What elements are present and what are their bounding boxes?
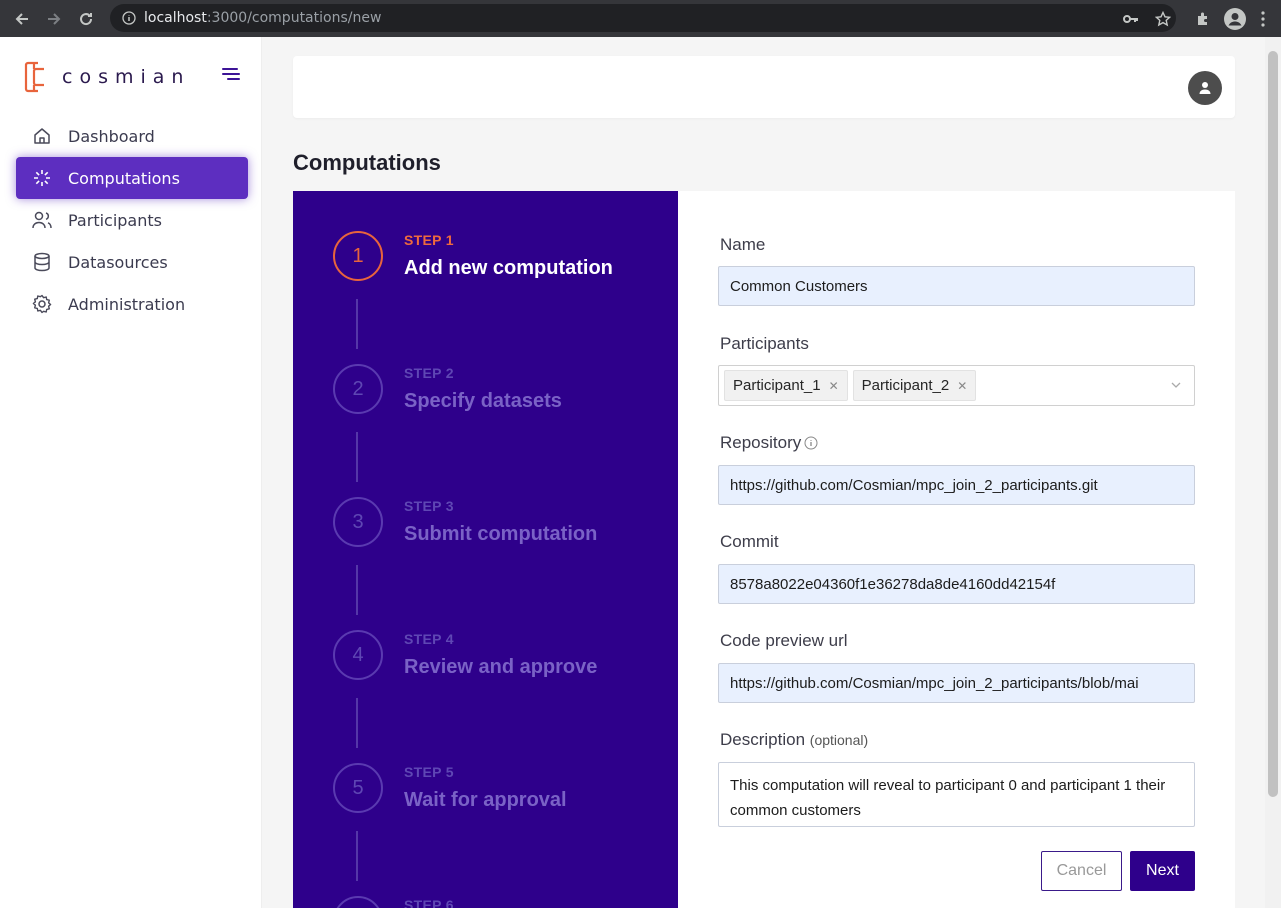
step-label: STEP 3 — [404, 498, 454, 514]
chevron-down-icon[interactable] — [1170, 379, 1182, 391]
sidebar-item-dashboard[interactable]: Dashboard — [16, 115, 248, 157]
menu-toggle-button[interactable] — [222, 68, 240, 82]
step-title: Wait for approval — [404, 789, 567, 811]
step-number: 4 — [333, 630, 383, 680]
code-preview-input[interactable]: https://github.com/Cosmian/mpc_join_2_pa… — [718, 663, 1195, 703]
url-path: :3000/computations/new — [206, 10, 382, 26]
sidebar-item-label: Computations — [68, 168, 180, 188]
description-label: Description — [720, 730, 806, 749]
info-circle-icon[interactable] — [804, 436, 818, 450]
step-title: Add new computation — [404, 257, 613, 279]
participants-select[interactable]: Participant_1 ✕ Participant_2 ✕ — [718, 365, 1195, 406]
step-number: 3 — [333, 497, 383, 547]
more-vertical-icon[interactable] — [1251, 0, 1275, 37]
sidebar-item-label: Administration — [68, 294, 186, 314]
participant-tag: Participant_2 ✕ — [852, 370, 977, 401]
code-preview-label: Code preview url — [720, 631, 848, 650]
next-button[interactable]: Next — [1130, 851, 1195, 891]
database-icon — [16, 252, 68, 272]
step-title: Specify datasets — [404, 390, 562, 412]
password-key-icon[interactable] — [1115, 0, 1147, 37]
step-connector — [356, 432, 358, 482]
step-label: STEP 6 — [404, 897, 454, 908]
page-scrollbar[interactable] — [1265, 37, 1281, 908]
step-number: 6 — [333, 896, 383, 908]
info-icon[interactable] — [122, 11, 136, 25]
users-icon — [16, 210, 68, 230]
gear-icon — [16, 294, 68, 314]
forward-button[interactable] — [40, 5, 68, 33]
step-label: STEP 4 — [404, 631, 454, 647]
loader-icon — [16, 168, 68, 188]
commit-label: Commit — [720, 532, 779, 551]
sidebar-item-datasources[interactable]: Datasources — [16, 241, 248, 283]
step-title: Submit computation — [404, 523, 598, 545]
sidebar-item-label: Participants — [68, 210, 162, 230]
sidebar: cosmian Dashboard Computations Participa… — [0, 37, 262, 908]
reload-icon — [80, 12, 93, 25]
cancel-button[interactable]: Cancel — [1041, 851, 1122, 891]
name-input[interactable]: Common Customers — [718, 266, 1195, 306]
computation-form: Name Common Customers Participants Parti… — [678, 191, 1235, 908]
url-host: localhost — [144, 10, 207, 26]
sidebar-nav: Dashboard Computations Participants Data… — [16, 115, 248, 325]
participant-tag-label: Participant_1 — [733, 377, 821, 394]
cosmian-logo-icon — [24, 61, 44, 93]
arrow-right-icon — [48, 12, 61, 25]
stepper: 1 STEP 1 Add new computation 2 STEP 2 Sp… — [293, 191, 678, 908]
address-bar[interactable]: localhost:3000/computations/new — [110, 4, 1176, 32]
step-number: 1 — [333, 231, 383, 281]
step-label: STEP 5 — [404, 764, 454, 780]
participant-tag: Participant_1 ✕ — [724, 370, 848, 401]
repository-label: Repository — [720, 433, 802, 452]
repository-label-row: Repository — [720, 433, 818, 453]
scrollbar-thumb[interactable] — [1268, 51, 1278, 797]
browser-toolbar: localhost:3000/computations/new — [0, 0, 1281, 37]
bookmark-star-icon[interactable] — [1147, 0, 1179, 37]
sidebar-item-administration[interactable]: Administration — [16, 283, 248, 325]
arrow-left-icon — [15, 12, 28, 25]
close-icon[interactable]: ✕ — [829, 379, 839, 393]
sidebar-item-participants[interactable]: Participants — [16, 199, 248, 241]
step-number: 2 — [333, 364, 383, 414]
description-textarea[interactable]: This computation will reveal to particip… — [718, 762, 1195, 827]
step-connector — [356, 299, 358, 349]
participants-label: Participants — [720, 334, 809, 353]
user-avatar[interactable] — [1188, 71, 1222, 105]
reload-button[interactable] — [72, 5, 100, 33]
profile-icon[interactable] — [1219, 0, 1251, 37]
sidebar-item-label: Dashboard — [68, 126, 155, 146]
name-label: Name — [720, 235, 766, 254]
step-connector — [356, 831, 358, 881]
logo-text: cosmian — [62, 66, 191, 88]
description-label-row: Description (optional) — [720, 730, 868, 750]
top-bar — [293, 56, 1235, 118]
step-label: STEP 1 — [404, 232, 454, 248]
page-title: Computations — [293, 150, 441, 175]
sidebar-item-computations[interactable]: Computations — [16, 157, 248, 199]
repository-input[interactable]: https://github.com/Cosmian/mpc_join_2_pa… — [718, 465, 1195, 505]
step-label: STEP 2 — [404, 365, 454, 381]
participant-tag-label: Participant_2 — [861, 377, 950, 394]
step-connector — [356, 698, 358, 748]
cosmian-logo[interactable]: cosmian — [24, 61, 190, 93]
close-icon[interactable]: ✕ — [957, 379, 967, 393]
extensions-puzzle-icon[interactable] — [1187, 0, 1219, 37]
home-icon — [16, 126, 68, 146]
step-title: Review and approve — [404, 656, 598, 678]
step-connector — [356, 565, 358, 615]
user-icon — [1199, 82, 1211, 94]
back-button[interactable] — [8, 5, 36, 33]
sidebar-item-label: Datasources — [68, 252, 168, 272]
optional-hint: (optional) — [809, 732, 869, 748]
commit-input[interactable]: 8578a8022e04360f1e36278da8de4160dd42154f — [718, 564, 1195, 604]
step-number: 5 — [333, 763, 383, 813]
